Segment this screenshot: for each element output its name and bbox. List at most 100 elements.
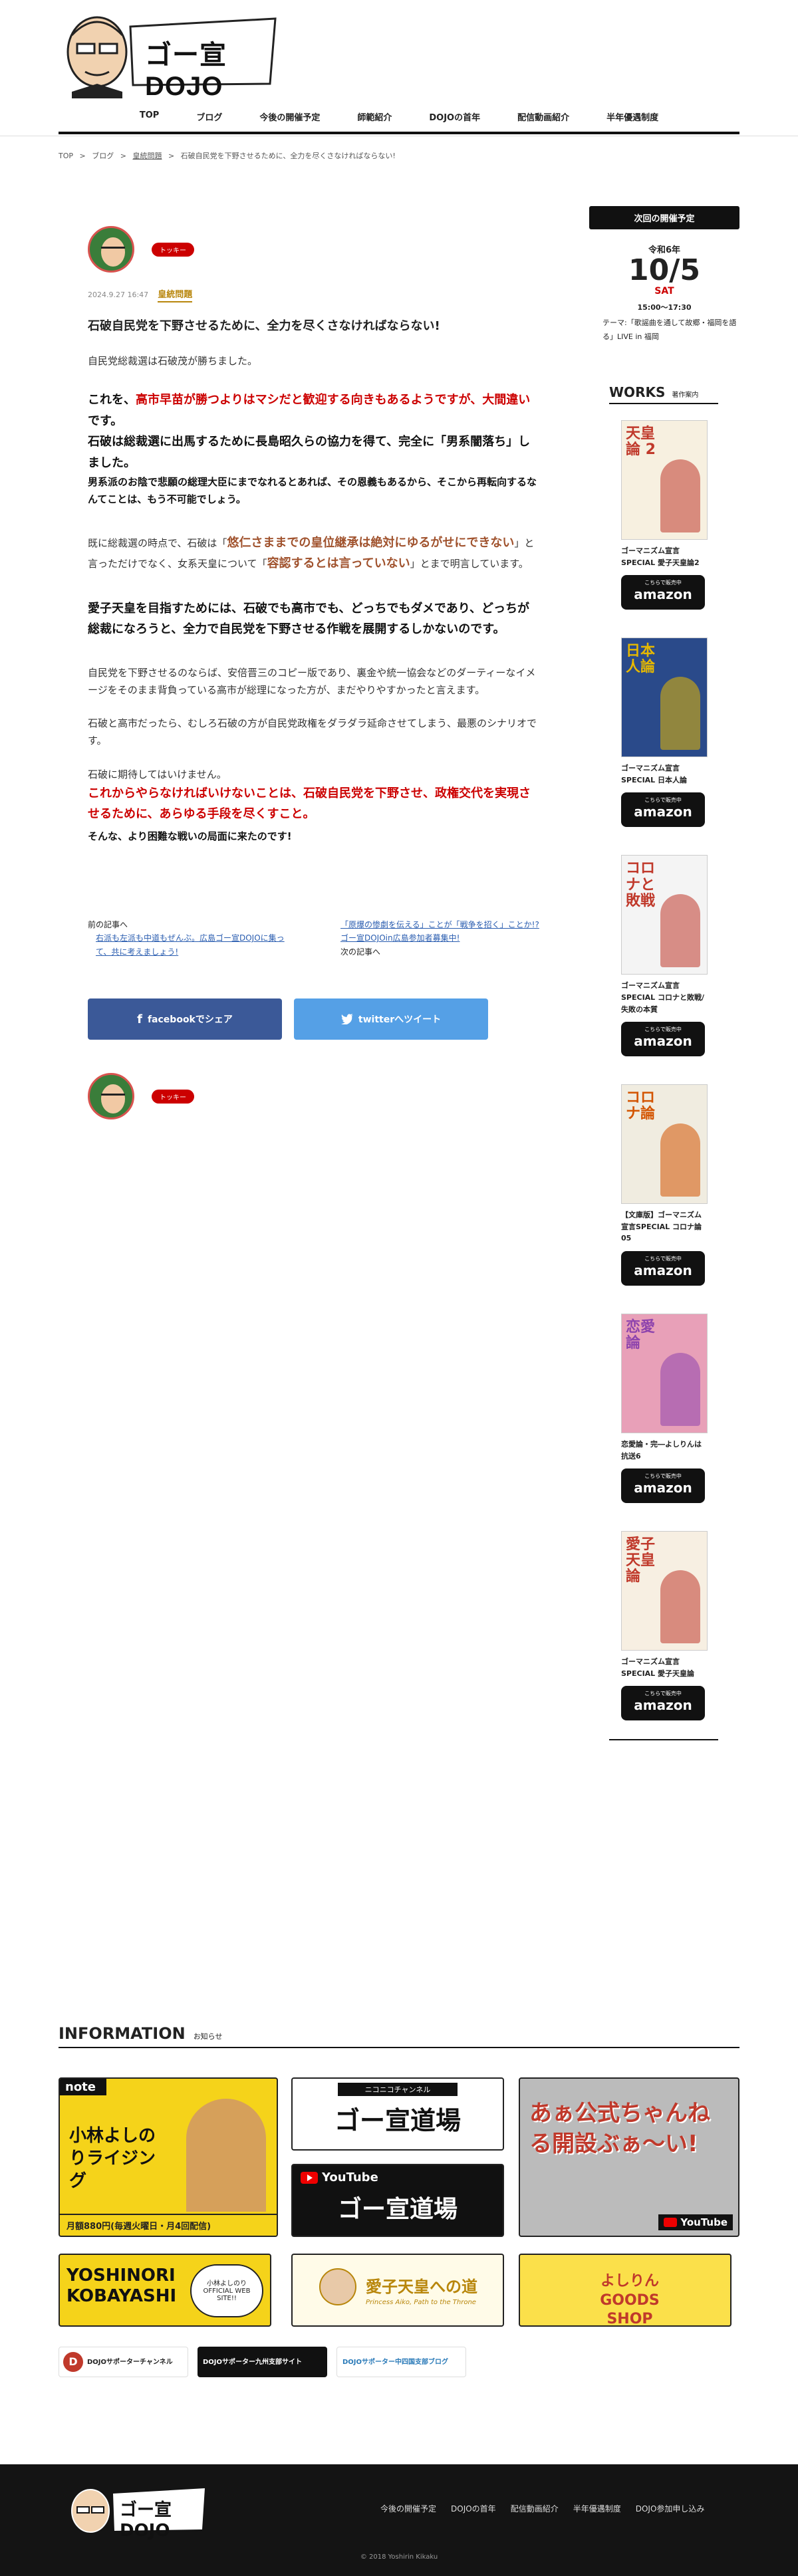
note-main-text: 小林よしのりライジング: [69, 2126, 156, 2191]
nav-item-dojo-year[interactable]: DOJOの首年: [410, 106, 499, 132]
author-tag[interactable]: トッキー: [152, 242, 194, 257]
book-title[interactable]: ゴーマニズム宣言SPECIAL 日本人論: [621, 762, 708, 786]
amazon-button[interactable]: こちらで販売中 amazon: [621, 1250, 705, 1286]
author-avatar[interactable]: [88, 1073, 134, 1120]
event-date-block[interactable]: 令和6年 10/5 SAT 15:00〜17:30: [589, 243, 739, 312]
post-pager: 前の記事へ 右派も左派も中道もぜんぶ。広島ゴー宣DOJOに集って、共に考えましょ…: [88, 918, 540, 959]
breadcrumb-category[interactable]: 皇統問題: [132, 152, 162, 160]
footer-logo[interactable]: ゴー宣DOJO: [66, 2483, 206, 2541]
book-title[interactable]: ゴーマニズム宣言SPECIAL 愛子天皇論2: [621, 545, 708, 568]
note-rising-banner[interactable]: note 小林よしのりライジング 月額880円(毎週火曜日・月4回配信): [59, 2077, 278, 2237]
amazon-button[interactable]: こちらで販売中 amazon: [621, 1022, 705, 1057]
amazon-logo: amazon: [634, 804, 692, 820]
amazon-caption: こちらで販売中: [644, 1473, 682, 1480]
book-cover[interactable]: 恋愛論: [621, 1313, 708, 1433]
amazon-button[interactable]: こちらで販売中 amazon: [621, 575, 705, 610]
work-item: 天皇論 2 ゴーマニズム宣言SPECIAL 愛子天皇論2 こちらで販売中 amazon: [621, 419, 708, 610]
amazon-logo: amazon: [634, 1697, 692, 1714]
breadcrumb-blog[interactable]: ブログ: [92, 152, 114, 160]
book-cover[interactable]: 天皇論 2: [621, 419, 708, 540]
prev-post-link[interactable]: 右派も左派も中道もぜんぶ。広島ゴー宣DOJOに集って、共に考えましょう!: [88, 931, 287, 959]
youtube-logo: YouTube: [293, 2165, 503, 2190]
footer-logo-text: ゴー宣DOJO: [120, 2500, 172, 2541]
main-nav: TOP ブログ 今後の開催予定 師範紹介 DOJOの首年 配信動画紹介 半年優遇…: [59, 106, 739, 134]
amazon-button[interactable]: こちらで販売中 amazon: [621, 1468, 705, 1504]
logo-text: ゴー宣DOJO: [145, 41, 227, 101]
book-cover[interactable]: コロナと敗戦: [621, 855, 708, 975]
book-cover[interactable]: コロナ論: [621, 1084, 708, 1205]
nav-item-schedule[interactable]: 今後の開催予定: [241, 106, 338, 132]
share-buttons: f facebookでシェア twitterへツイート: [88, 998, 540, 1040]
facebook-share-button[interactable]: f facebookでシェア: [88, 998, 282, 1040]
footer-nav-dojo-year[interactable]: DOJOの首年: [451, 2503, 496, 2514]
amazon-caption: こちらで販売中: [644, 580, 682, 586]
supporter-kyushu-link[interactable]: DOJOサポーター九州支部サイト: [198, 2347, 327, 2377]
nav-item-blog[interactable]: ブログ: [178, 106, 241, 132]
footer-nav-videos[interactable]: 配信動画紹介: [511, 2503, 559, 2514]
article-paragraph: これを、高市早苗が勝つよりはマシだと歓迎する向きもあるようですが、大間違いです。: [88, 390, 540, 431]
official-channel-banner[interactable]: あぁ公式ちゃんねる開設ぶぁ〜い! YouTube: [519, 2077, 739, 2237]
aiko-path-banner[interactable]: 愛子天皇への道 Princess Aiko, Path to the Thron…: [291, 2254, 504, 2327]
breadcrumb-current: 石破自民党を下野させるために、全力を尽くさなければならない!: [180, 152, 396, 160]
supporter-channel-link[interactable]: D DOJOサポーターチャンネル: [59, 2347, 188, 2377]
article-meta: 2024.9.27 16:47 皇統問題: [88, 287, 540, 302]
supporter-chushikoku-link[interactable]: DOJOサポーター中四国支部ブログ: [336, 2347, 466, 2377]
book-cover[interactable]: 愛子天皇論: [621, 1531, 708, 1651]
site-logo[interactable]: ゴー宣DOJO: [59, 5, 278, 101]
event-theme[interactable]: テーマ:「歌謡曲を通して故郷・福岡を語る」LIVE in 福岡: [589, 316, 739, 344]
footer-nav-half-year[interactable]: 半年優遇制度: [573, 2503, 621, 2514]
work-item: 恋愛論恋愛論・完―よしりんは抗送6 こちらで販売中 amazon: [621, 1313, 708, 1504]
prev-post: 前の記事へ 右派も左派も中道もぜんぶ。広島ゴー宣DOJOに集って、共に考えましょ…: [88, 918, 287, 959]
article-category[interactable]: 皇統問題: [158, 287, 193, 302]
book-cover[interactable]: 日本人論: [621, 638, 708, 758]
author-tag[interactable]: トッキー: [152, 1089, 194, 1104]
youtube-play-icon: [664, 2218, 678, 2227]
twitter-share-button[interactable]: twitterへツイート: [294, 998, 488, 1040]
yoshinori-official-banner[interactable]: YOSHINORI KOBAYASHI 小林よしのり OFFICIAL WEB …: [59, 2254, 271, 2327]
niconico-banner[interactable]: ニコニコチャンネル ゴー宣道場: [291, 2077, 504, 2151]
book-title[interactable]: ゴーマニズム宣言SPECIAL コロナと敗戦/失敗の本質: [621, 980, 708, 1015]
goods-main: よしりん GOODS SHOP: [600, 2273, 660, 2327]
event-header: 次回の開催予定: [589, 206, 739, 229]
aiko-main: 愛子天皇への道: [366, 2278, 477, 2296]
niconico-label: ニコニコチャンネル: [338, 2083, 458, 2096]
work-item: コロナ論【文庫版】ゴーマニズム宣言SPECIAL コロナ論05 こちらで販売中 am…: [621, 1084, 708, 1286]
sidebar: 次回の開催予定 令和6年 10/5 SAT 15:00〜17:30 テーマ:「歌…: [589, 206, 739, 1741]
book-cover-title: 日本人論: [626, 643, 656, 676]
amazon-logo: amazon: [634, 1262, 692, 1278]
book-title[interactable]: 恋愛論・完―よしりんは抗送6: [621, 1439, 708, 1462]
amazon-button[interactable]: こちらで販売中 amazon: [621, 792, 705, 828]
amazon-logo: amazon: [634, 1480, 692, 1496]
amazon-button[interactable]: こちらで販売中 amazon: [621, 1686, 705, 1721]
nav-item-masters[interactable]: 師範紹介: [338, 106, 410, 132]
amazon-caption: こちらで販売中: [644, 1255, 682, 1262]
highlight-red: これからやらなければいけないことは、石破自民党を下野させ、政権交代を実現させるた…: [88, 786, 531, 822]
youtube-label: YouTube: [680, 2216, 728, 2228]
niconico-main: ゴー宣道場: [334, 2106, 461, 2135]
breadcrumb-top[interactable]: TOP: [59, 152, 73, 160]
next-post-link[interactable]: 「原爆の惨劇を伝える」ことが「戦争を招く」ことか!? ゴー宣DOJOin広島参加…: [340, 918, 540, 945]
nav-item-videos[interactable]: 配信動画紹介: [499, 106, 588, 132]
book-cover-title: 恋愛論: [626, 1318, 656, 1352]
footer-nav-apply[interactable]: DOJO参加申し込み: [636, 2503, 705, 2514]
book-title[interactable]: ゴーマニズム宣言SPECIAL 愛子天皇論: [621, 1656, 708, 1679]
nav-item-half-year[interactable]: 半年優遇制度: [588, 106, 677, 132]
book-cover-figure: [660, 894, 700, 968]
text-span: 」とまで明言しています。: [410, 558, 529, 570]
book-title[interactable]: 【文庫版】ゴーマニズム宣言SPECIAL コロナ論05: [621, 1209, 708, 1244]
prev-label: 前の記事へ: [88, 920, 128, 930]
yk-main: YOSHINORI KOBAYASHI: [66, 2266, 177, 2307]
article-paragraph: 石破に期待してはいけません。: [88, 768, 227, 780]
works-heading: WORKS 著作案内: [609, 384, 718, 404]
article-title: 石破自民党を下野させるために、全力を尽くさなければならない!: [88, 319, 440, 333]
breadcrumb-sep: >: [120, 152, 126, 160]
highlight-brown: 容認するとは言っていない: [267, 556, 410, 571]
youtube-dojo-banner[interactable]: YouTube ゴー宣道場: [291, 2164, 504, 2237]
goods-shop-banner[interactable]: よしりん GOODS SHOP: [519, 2254, 732, 2327]
aiko-sub: Princess Aiko, Path to the Throne: [366, 2299, 476, 2306]
footer-nav-schedule[interactable]: 今後の開催予定: [380, 2503, 436, 2514]
nav-item-top[interactable]: TOP: [121, 106, 178, 132]
author-avatar[interactable]: [88, 226, 134, 273]
breadcrumb-sep: >: [79, 152, 86, 160]
amazon-logo: amazon: [634, 1033, 692, 1050]
